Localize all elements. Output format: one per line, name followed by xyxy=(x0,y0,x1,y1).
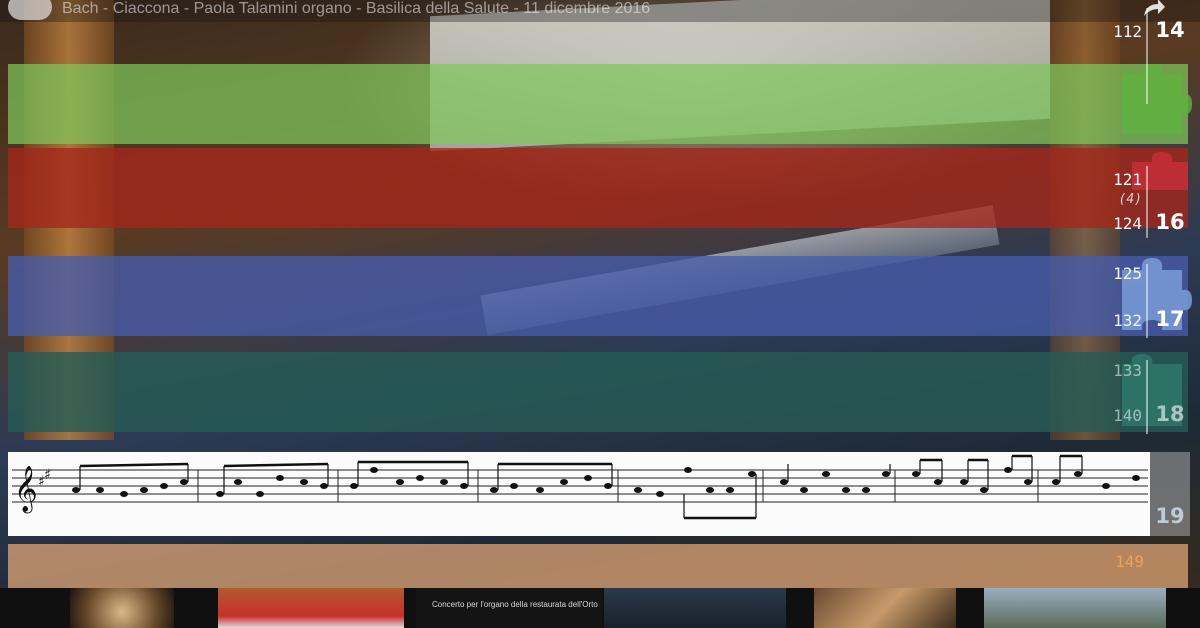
related-video-thumbnail[interactable] xyxy=(218,588,404,628)
related-video-thumbnail[interactable] xyxy=(70,588,174,628)
puzzle-piece-icon xyxy=(1122,64,1192,134)
section-band-17 xyxy=(8,256,1188,336)
measure-end: 124 xyxy=(1113,214,1142,233)
section-number: 16 xyxy=(1155,210,1185,234)
related-video-thumbnail[interactable] xyxy=(814,588,956,628)
section-band-14 xyxy=(8,64,1188,144)
related-videos-strip xyxy=(0,588,1200,628)
share-icon[interactable] xyxy=(1140,0,1166,18)
section-number: 18 xyxy=(1155,402,1185,426)
video-title[interactable]: Bach - Ciaccona - Paola Talamini organo … xyxy=(62,0,650,18)
measure-note: (4) xyxy=(1118,192,1142,207)
measure-start: 121 xyxy=(1113,170,1142,189)
measure-start: 112 xyxy=(1113,22,1142,41)
section-divider xyxy=(1146,360,1148,434)
section-band-16 xyxy=(8,148,1188,228)
section-divider xyxy=(1146,264,1148,338)
section-band-next xyxy=(8,544,1188,588)
section-divider xyxy=(1146,166,1148,238)
treble-clef-icon: 𝄞 xyxy=(14,466,38,514)
related-video-thumbnail[interactable] xyxy=(984,588,1166,628)
section-band-18 xyxy=(8,352,1188,432)
section-number: 19 xyxy=(1155,504,1185,528)
section-number: 17 xyxy=(1155,307,1185,331)
music-staff: 𝄞 ♯ ♯ xyxy=(8,452,1150,536)
svg-text:♯: ♯ xyxy=(44,467,51,483)
section-number: 14 xyxy=(1155,18,1185,42)
section-divider xyxy=(1146,8,1148,104)
measure-end: 132 xyxy=(1113,311,1142,330)
thumbnail-caption: Concerto per l'organo della restaurata d… xyxy=(432,600,598,609)
measure-start: 125 xyxy=(1113,264,1142,283)
channel-logo-icon[interactable] xyxy=(8,0,52,20)
measure-start: 149 xyxy=(1115,552,1144,571)
sheet-music: 𝄞 ♯ ♯ xyxy=(12,454,1148,520)
measure-end: 140 xyxy=(1113,406,1142,425)
related-video-thumbnail[interactable] xyxy=(604,588,786,628)
measure-start: 133 xyxy=(1113,361,1142,380)
